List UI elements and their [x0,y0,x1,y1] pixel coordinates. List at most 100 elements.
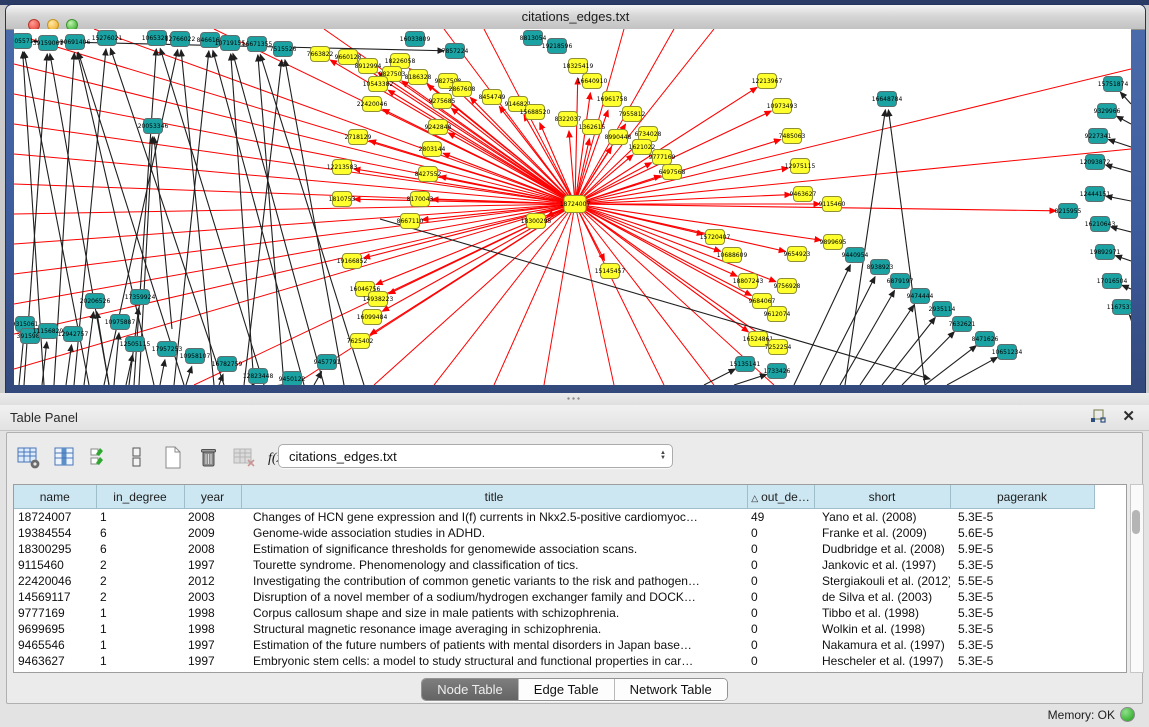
split-divider[interactable] [0,393,1149,405]
float-panel-icon[interactable] [1089,409,1107,425]
column-header-in_degree[interactable]: in_degree [96,485,184,509]
cell-name[interactable]: 9465546 [14,637,96,653]
cell-name[interactable]: 9777169 [14,605,96,621]
cell-pagerank[interactable]: 5.3E-5 [950,653,1094,669]
cell-pagerank[interactable]: 5.6E-5 [950,525,1094,541]
table-row[interactable]: 2242004622012Investigating the contribut… [14,573,1120,589]
table-scrollbar[interactable] [1130,484,1144,673]
cell-title[interactable]: Estimation of significance thresholds fo… [241,541,747,557]
cell-short[interactable]: Nakamura et al. (1997) [814,637,950,653]
cell-name[interactable]: 9115460 [14,557,96,573]
cell-in_degree[interactable]: 1 [96,637,184,653]
column-header-short[interactable]: short [814,485,950,509]
new-column-icon[interactable] [159,444,186,471]
cell-short[interactable]: Tibbo et al. (1998) [814,605,950,621]
cell-title[interactable]: Estimation of the future numbers of pati… [241,637,747,653]
tab-edge-table[interactable]: Edge Table [518,679,614,700]
cell-pagerank[interactable]: 5.9E-5 [950,541,1094,557]
cell-short[interactable]: Dudbridge et al. (2008) [814,541,950,557]
column-header-out_de[interactable]: △out_de… [747,485,814,509]
window-titlebar[interactable]: citations_edges.txt [6,5,1145,30]
cell-year[interactable]: 1997 [184,637,241,653]
cell-year[interactable]: 1997 [184,653,241,669]
cell-in_degree[interactable]: 1 [96,605,184,621]
cell-short[interactable]: Hescheler et al. (1997) [814,653,950,669]
cell-pagerank[interactable]: 5.3E-5 [950,605,1094,621]
cell-in_degree[interactable]: 1 [96,653,184,669]
cell-year[interactable]: 2003 [184,589,241,605]
cell-out_de[interactable]: 49 [747,509,814,526]
cell-title[interactable]: Corpus callosum shape and size in male p… [241,605,747,621]
table-row[interactable]: 969969511998Structural magnetic resonanc… [14,621,1120,637]
cell-name[interactable]: 19384554 [14,525,96,541]
cell-short[interactable]: Franke et al. (2009) [814,525,950,541]
cell-title[interactable]: Genome-wide association studies in ADHD. [241,525,747,541]
cell-in_degree[interactable]: 2 [96,589,184,605]
cell-pagerank[interactable]: 5.3E-5 [950,509,1094,526]
cell-short[interactable]: Wolkin et al. (1998) [814,621,950,637]
cell-out_de[interactable]: 0 [747,621,814,637]
network-canvas[interactable]: 3405571439159061306914061527602110653287… [14,29,1131,385]
column-header-title[interactable]: title [241,485,747,509]
cell-year[interactable]: 2012 [184,573,241,589]
cell-title[interactable]: Structural magnetic resonance image aver… [241,621,747,637]
cell-pagerank[interactable]: 5.3E-5 [950,637,1094,653]
cell-pagerank[interactable]: 5.3E-5 [950,557,1094,573]
table-row[interactable]: 1456911722003Disruption of a novel membe… [14,589,1120,605]
column-visibility-icon[interactable] [51,444,78,471]
cell-name[interactable]: 22420046 [14,573,96,589]
cell-pagerank[interactable]: 5.3E-5 [950,589,1094,605]
table-row[interactable]: 1938455462009Genome-wide association stu… [14,525,1120,541]
cell-year[interactable]: 1998 [184,605,241,621]
cell-out_de[interactable]: 0 [747,637,814,653]
cell-out_de[interactable]: 0 [747,573,814,589]
cell-out_de[interactable]: 0 [747,557,814,573]
cell-name[interactable]: 18300295 [14,541,96,557]
cell-out_de[interactable]: 0 [747,541,814,557]
table-settings-icon[interactable] [15,444,42,471]
table-row[interactable]: 911546021997Tourette syndrome. Phenomeno… [14,557,1120,573]
cell-name[interactable]: 14569117 [14,589,96,605]
cell-in_degree[interactable]: 6 [96,525,184,541]
scrollbar-thumb[interactable] [1132,510,1140,534]
cell-out_de[interactable]: 0 [747,653,814,669]
cell-short[interactable]: Jankovic et al. (1997) [814,557,950,573]
delete-column-icon[interactable] [195,444,222,471]
cell-pagerank[interactable]: 5.3E-5 [950,621,1094,637]
tab-node-table[interactable]: Node Table [422,679,518,700]
row-height-icon[interactable] [123,444,150,471]
table-row[interactable]: 946554611997Estimation of the future num… [14,637,1120,653]
divider-grip-icon[interactable] [566,396,580,402]
table-select-dropdown[interactable]: citations_edges.txt ▲▼ [278,444,673,468]
cell-name[interactable]: 18724007 [14,509,96,526]
close-panel-icon[interactable]: ✕ [1122,407,1135,425]
table-row[interactable]: 977716911998Corpus callosum shape and si… [14,605,1120,621]
cell-name[interactable]: 9699695 [14,621,96,637]
cell-title[interactable]: Tourette syndrome. Phenomenology and cla… [241,557,747,573]
cell-short[interactable]: de Silva et al. (2003) [814,589,950,605]
cell-pagerank[interactable]: 5.5E-5 [950,573,1094,589]
cell-year[interactable]: 1998 [184,621,241,637]
cell-title[interactable]: Changes of HCN gene expression and I(f) … [241,509,747,526]
cell-title[interactable]: Disruption of a novel member of a sodium… [241,589,747,605]
cell-out_de[interactable]: 0 [747,525,814,541]
cell-title[interactable]: Investigating the contribution of common… [241,573,747,589]
cell-in_degree[interactable]: 6 [96,541,184,557]
cell-title[interactable]: Embryonic stem cells: a model to study s… [241,653,747,669]
cell-year[interactable]: 2008 [184,509,241,526]
cell-out_de[interactable]: 0 [747,605,814,621]
table-row[interactable]: 1830029562008Estimation of significance … [14,541,1120,557]
cell-short[interactable]: Stergiakouli et al. (2012) [814,573,950,589]
cell-name[interactable]: 9463627 [14,653,96,669]
table-row[interactable]: 1872400712008Changes of HCN gene express… [14,509,1120,526]
tab-network-table[interactable]: Network Table [614,679,727,700]
cell-in_degree[interactable]: 2 [96,557,184,573]
cell-year[interactable]: 1997 [184,557,241,573]
table-row[interactable]: 946362711997Embryonic stem cells: a mode… [14,653,1120,669]
column-header-pagerank[interactable]: pagerank [950,485,1094,509]
cell-in_degree[interactable]: 2 [96,573,184,589]
cell-year[interactable]: 2008 [184,541,241,557]
cell-short[interactable]: Yano et al. (2008) [814,509,950,526]
select-columns-icon[interactable] [87,444,114,471]
column-header-year[interactable]: year [184,485,241,509]
